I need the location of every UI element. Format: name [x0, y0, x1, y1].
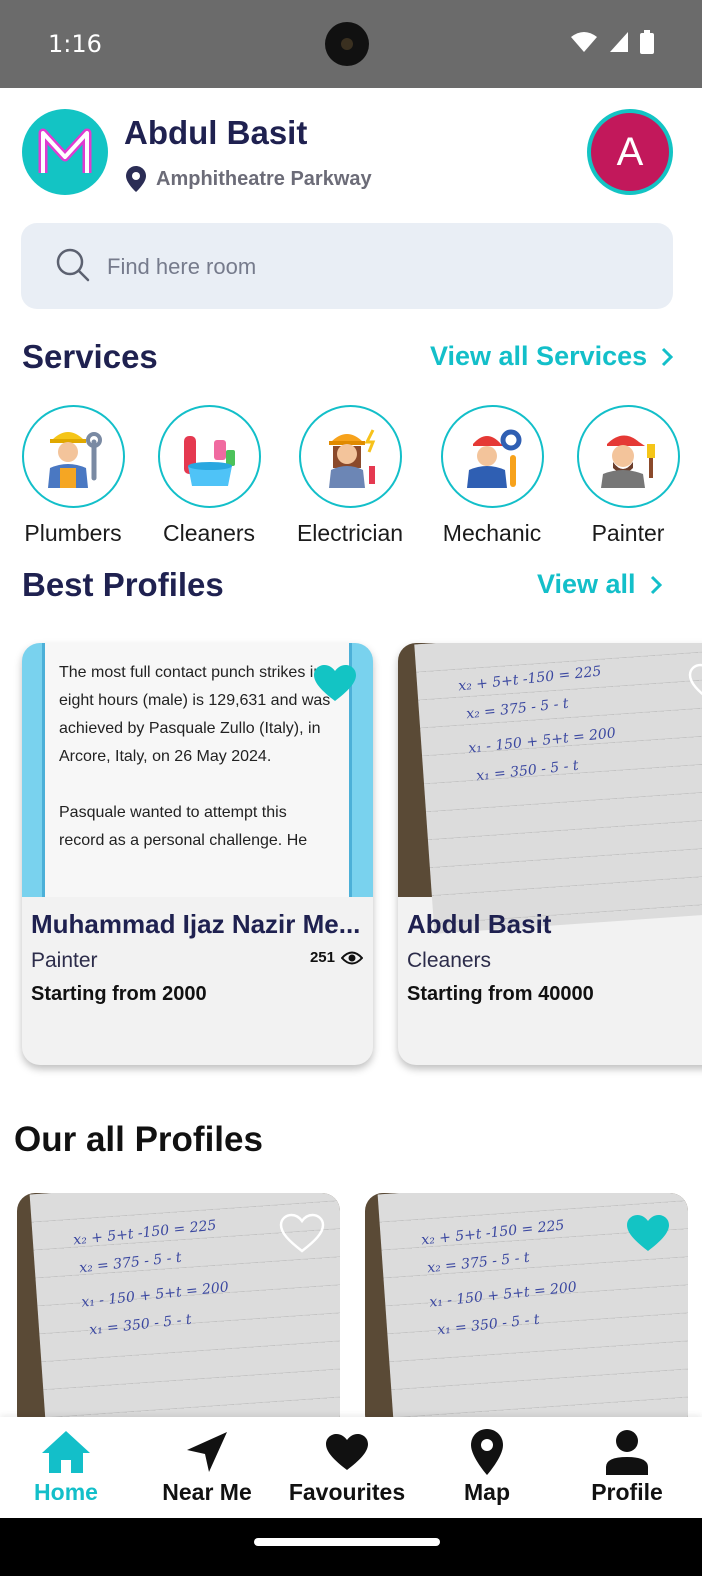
wifi-icon	[571, 32, 597, 52]
profile-card[interactable]: The most full contact punch strikes in e…	[22, 643, 373, 1065]
document-paragraph: The most full contact punch strikes in e…	[59, 664, 331, 765]
nav-label: Favourites	[288, 1479, 406, 1505]
search-placeholder: Find here room	[107, 254, 257, 279]
chevron-right-icon	[662, 347, 674, 366]
favourite-heart-outline-icon[interactable]	[688, 663, 702, 703]
nav-near-me[interactable]: Near Me	[137, 1427, 277, 1506]
profile-category: Painter	[31, 949, 98, 972]
search-icon	[56, 248, 90, 282]
profile-price: Starting from 40000	[407, 983, 594, 1005]
bottom-navigation: Home Near Me Favourites Map Profile	[0, 1417, 702, 1518]
profile-price: Starting from 2000	[31, 983, 207, 1005]
avatar[interactable]: A	[587, 109, 673, 195]
views-number: 251	[309, 949, 335, 966]
profile-name: Abdul Basit	[407, 909, 552, 939]
navigation-arrow-icon	[187, 1432, 227, 1472]
nav-label: Home	[34, 1479, 98, 1505]
view-all-services-link[interactable]: View all Services	[430, 341, 674, 372]
nav-map[interactable]: Map	[417, 1427, 557, 1506]
document-paragraph: Pasquale wanted to attempt this record a…	[59, 804, 308, 849]
all-profiles-title: Our all Profiles	[14, 1120, 263, 1159]
camera-cutout	[325, 22, 369, 66]
person-icon	[606, 1430, 648, 1475]
avatar-letter: A	[616, 129, 644, 174]
profile-name: Muhammad Ijaz Nazir Me...	[31, 909, 361, 939]
signal-icon	[610, 32, 628, 52]
location-text: Amphitheatre Parkway	[156, 167, 372, 190]
location-pin-icon	[126, 166, 146, 192]
nav-label: Near Me	[162, 1479, 252, 1505]
nav-label: Map	[464, 1479, 510, 1505]
services-title: Services	[22, 338, 158, 375]
status-bar: 1:16	[0, 0, 702, 88]
nav-profile[interactable]: Profile	[557, 1427, 697, 1506]
nav-label: Profile	[591, 1479, 663, 1505]
map-pin-icon	[471, 1429, 503, 1475]
status-time: 1:16	[48, 30, 102, 58]
best-profiles-title: Best Profiles	[22, 566, 224, 603]
service-label: Painter	[591, 520, 665, 546]
mechanic-icon	[440, 405, 544, 508]
views-count: 251	[310, 949, 363, 966]
service-cleaners[interactable]: Cleaners	[149, 405, 269, 547]
nav-favourites[interactable]: Favourites	[277, 1427, 417, 1506]
electrician-icon	[298, 405, 402, 508]
service-mechanic[interactable]: Mechanic	[432, 405, 552, 547]
service-label: Cleaners	[162, 520, 256, 546]
home-gesture-handle[interactable]	[254, 1538, 440, 1546]
status-icons	[570, 30, 654, 54]
plumber-icon	[21, 405, 125, 508]
chevron-right-icon	[650, 575, 662, 594]
view-all-label: View all	[537, 569, 636, 599]
app-logo	[22, 109, 108, 195]
gesture-bar	[0, 1518, 702, 1576]
view-all-best-profiles-link[interactable]: View all	[537, 569, 662, 600]
battery-icon	[640, 30, 654, 54]
profile-category: Cleaners	[407, 949, 492, 972]
cleaner-icon	[157, 405, 261, 508]
user-name: Abdul Basit	[124, 114, 308, 151]
favourite-heart-icon[interactable]	[312, 663, 358, 703]
painter-icon	[576, 405, 680, 508]
service-label: Plumbers	[24, 520, 122, 546]
favourite-heart-icon[interactable]	[625, 1213, 671, 1253]
service-painter[interactable]: Painter	[568, 405, 688, 547]
service-plumbers[interactable]: Plumbers	[13, 405, 133, 547]
heart-icon	[326, 1434, 368, 1470]
profile-card[interactable]: x₂ + 5+t -150 = 225 x₂ = 375 - 5 - t x₁ …	[398, 643, 702, 1065]
view-all-services-label: View all Services	[430, 341, 648, 371]
home-icon	[42, 1431, 90, 1473]
eye-icon	[341, 951, 363, 964]
search-input[interactable]: Find here room	[21, 223, 673, 309]
favourite-heart-outline-icon[interactable]	[279, 1213, 325, 1253]
nav-home[interactable]: Home	[0, 1427, 136, 1506]
service-label: Mechanic	[442, 520, 542, 546]
location-row[interactable]: Amphitheatre Parkway	[126, 166, 372, 192]
profile-card[interactable]: x₂ + 5+t -150 = 225 x₂ = 375 - 5 - t x₁ …	[17, 1193, 340, 1433]
logo-m-icon	[38, 128, 92, 173]
document-image-text: The most full contact punch strikes in e…	[42, 643, 352, 897]
profile-image: x₂ + 5+t -150 = 225 x₂ = 375 - 5 - t x₁ …	[398, 643, 702, 934]
profile-card[interactable]: x₂ + 5+t -150 = 225 x₂ = 375 - 5 - t x₁ …	[365, 1193, 688, 1433]
service-label: Electrician	[296, 520, 404, 546]
service-electrician[interactable]: Electrician	[290, 405, 410, 547]
